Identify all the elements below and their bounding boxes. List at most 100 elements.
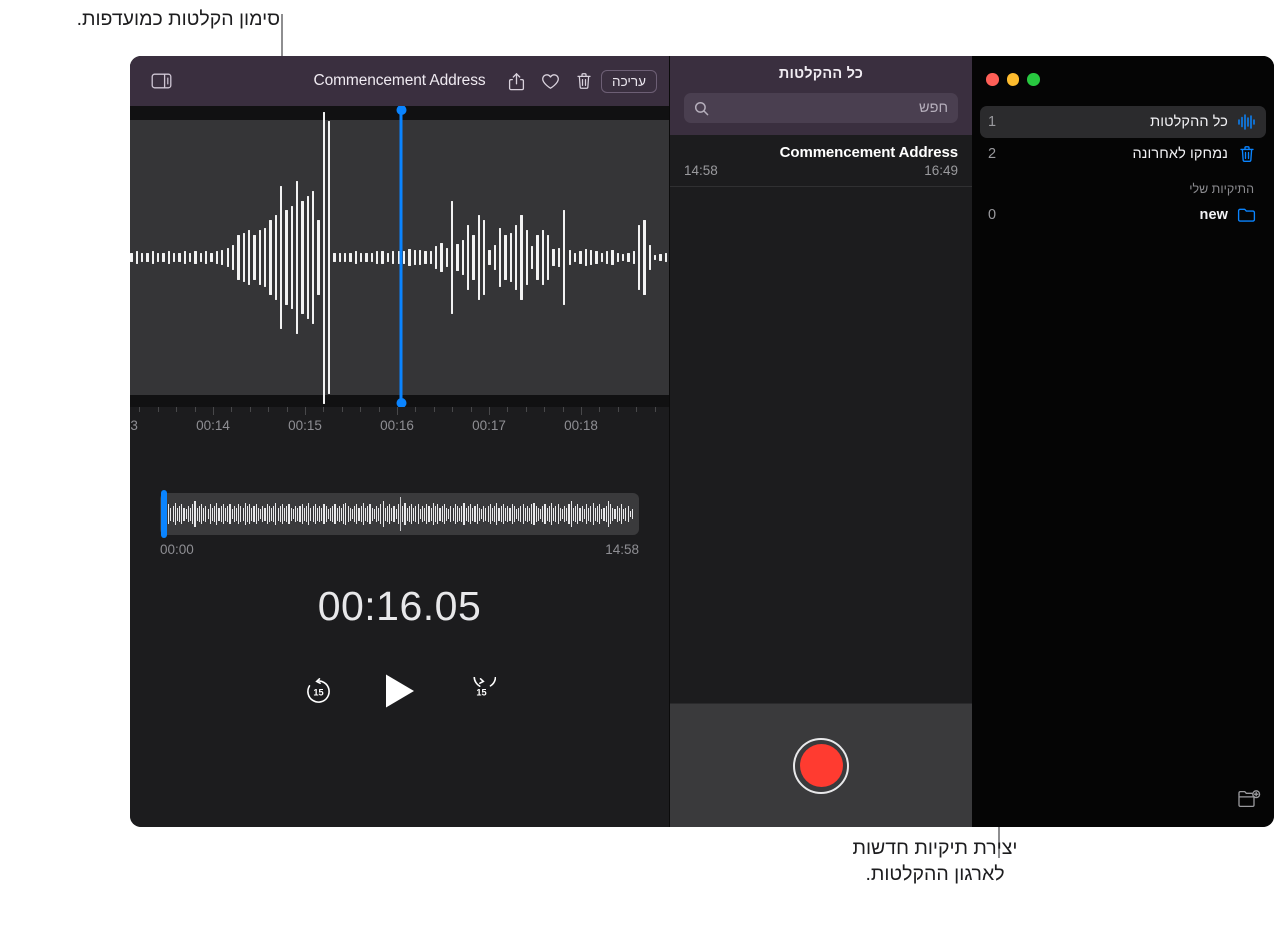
waveform-bar — [237, 235, 239, 280]
ruler-tick-label: 00:14 — [196, 418, 230, 433]
overview-bar — [446, 508, 447, 521]
overview-bar — [485, 508, 486, 521]
overview-bar — [181, 504, 182, 524]
overview-bar — [617, 506, 618, 522]
overview-bar — [352, 509, 353, 519]
svg-text:15: 15 — [313, 687, 323, 697]
overview-bar — [356, 504, 357, 524]
playhead[interactable] — [400, 106, 403, 407]
waveform-detail-view[interactable] — [130, 106, 669, 407]
overview-bar — [256, 504, 257, 524]
overview-bar — [623, 509, 624, 519]
heart-icon[interactable] — [533, 66, 567, 96]
waveform-bar — [451, 201, 453, 315]
waveform-bar — [585, 249, 587, 266]
overview-bar — [477, 504, 478, 524]
list-title: כל ההקלטות — [684, 66, 958, 82]
recordings-list: Commencement Address 14:58 16:49 — [670, 135, 972, 703]
ruler-tick-minor — [526, 407, 527, 412]
overview-bar — [411, 504, 412, 524]
overview-bar — [599, 504, 600, 524]
overview-scrubber[interactable] — [160, 493, 639, 535]
waveform-bar — [189, 253, 191, 263]
overview-bar — [243, 508, 244, 521]
recording-meta: 14:58 16:49 — [684, 163, 958, 178]
timeline-ruler[interactable]: 00:1300:1400:1500:1600:1700:18 — [130, 407, 669, 449]
zoom-window-button[interactable] — [1027, 73, 1040, 86]
record-button[interactable] — [793, 738, 849, 794]
overview-bar — [179, 506, 180, 522]
list-item[interactable]: Commencement Address 14:58 16:49 — [670, 135, 972, 187]
ruler-tick-minor — [544, 407, 545, 412]
overview-playhead[interactable] — [161, 490, 167, 538]
overview-bar — [630, 511, 631, 518]
skip-forward-15-button[interactable]: 15 — [467, 677, 496, 706]
waveform-bar — [665, 253, 667, 263]
waveform-bar — [552, 249, 554, 266]
overview-bar — [299, 506, 300, 522]
overview-bar — [463, 503, 464, 526]
sidebar-item-all-recordings[interactable]: כל ההקלטות 1 — [980, 106, 1266, 138]
trash-icon[interactable] — [567, 66, 601, 96]
overview-bar — [186, 509, 187, 519]
minimize-window-button[interactable] — [1007, 73, 1020, 86]
ruler-tick — [581, 407, 582, 415]
ruler-tick-minor — [618, 407, 619, 412]
overview-bar — [396, 509, 397, 519]
overview-bar — [509, 508, 510, 521]
overview-bar — [337, 508, 338, 521]
overview-bar — [555, 506, 556, 522]
waveform-bar — [430, 251, 432, 263]
ruler-tick-label: 00:16 — [380, 418, 414, 433]
sidebar-footer — [972, 779, 1274, 827]
sidebar-item-recently-deleted[interactable]: נמחקו לאחרונה 2 — [980, 138, 1266, 170]
traffic-lights[interactable] — [986, 73, 1040, 86]
overview-bar — [225, 508, 226, 521]
waveform-bar — [264, 228, 266, 287]
overview-bar — [389, 504, 390, 524]
waveform-bar — [579, 251, 581, 263]
ruler-tick-label: 00:13 — [130, 418, 138, 433]
waveform-bar — [184, 251, 186, 263]
waveform-bar — [296, 181, 298, 334]
playhead-knob-top[interactable] — [396, 106, 406, 115]
overview-bar — [168, 504, 169, 524]
sidebar-toggle-icon[interactable] — [144, 66, 178, 96]
waveform-bar — [157, 253, 159, 263]
waveform-bar — [349, 253, 351, 263]
overview-bar — [260, 509, 261, 519]
skip-back-15-button[interactable]: 15 — [304, 677, 333, 706]
overview-bar — [341, 508, 342, 521]
overview-bar — [323, 504, 324, 524]
edit-button[interactable]: עריכה — [601, 70, 657, 93]
waveform-bar — [542, 230, 544, 284]
trash-icon — [1237, 145, 1256, 164]
overview-bar — [527, 506, 528, 522]
playhead-knob-bottom[interactable] — [396, 398, 406, 407]
overview-bar — [579, 508, 580, 521]
search-field[interactable] — [684, 93, 958, 123]
share-icon[interactable] — [499, 66, 533, 96]
overview-bar — [194, 501, 195, 527]
overview-bar — [372, 508, 373, 521]
overview-bar — [199, 506, 200, 522]
overview-bar — [376, 506, 377, 522]
overview-bar — [288, 504, 289, 524]
play-button[interactable] — [383, 672, 417, 710]
overview-bar — [488, 506, 489, 522]
search-input[interactable] — [715, 100, 948, 116]
overview-bar — [330, 508, 331, 521]
overview-bar — [566, 508, 567, 521]
overview-bar — [332, 506, 333, 522]
waveform-bar — [574, 253, 576, 263]
waveform-bar — [301, 201, 303, 315]
waveform-bar — [253, 235, 255, 280]
overview-bar — [262, 506, 263, 522]
overview-bar — [619, 508, 620, 521]
new-folder-icon[interactable] — [1234, 785, 1264, 813]
overview-bar — [402, 506, 403, 522]
close-window-button[interactable] — [986, 73, 999, 86]
waveform-bar — [259, 230, 261, 284]
waveform-bar — [504, 235, 506, 280]
sidebar-item-folder-new[interactable]: new 0 — [980, 199, 1266, 231]
